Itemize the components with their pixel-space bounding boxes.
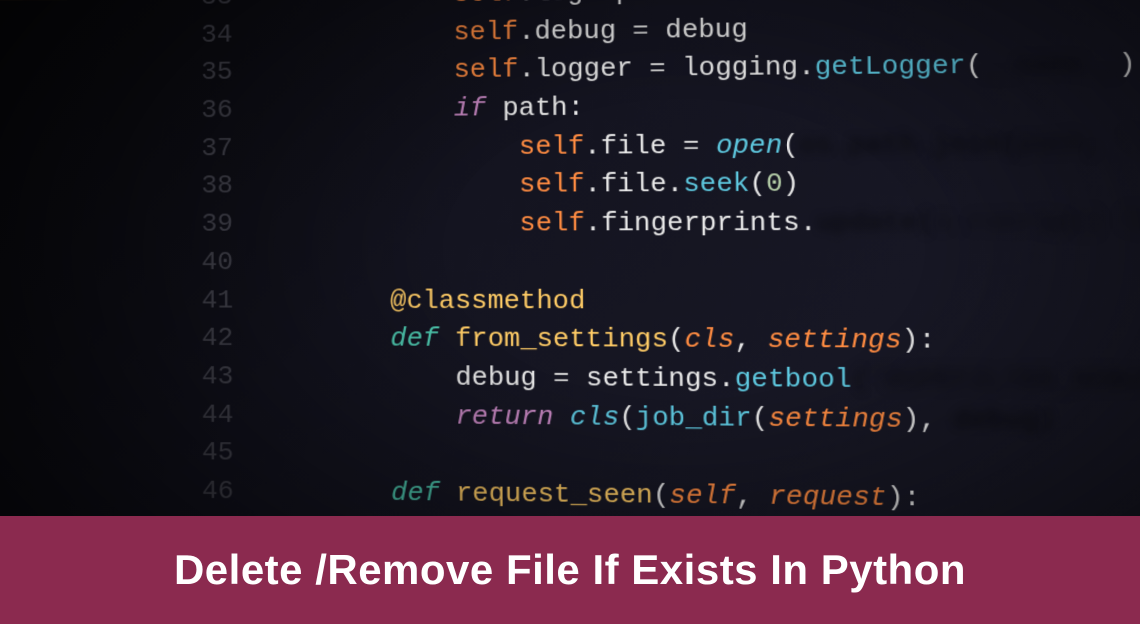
line-number: 44 (202, 396, 234, 434)
line-number: 38 (201, 168, 233, 206)
code-content: 33343536373839404142434445464748 self.lo… (201, 0, 1140, 531)
code-lines: self.logdupes = True self.debug = debug … (261, 0, 1140, 531)
line-number: 39 (201, 206, 233, 244)
line-number: 46 (202, 472, 234, 511)
line-number: 45 (202, 434, 234, 473)
code-line: @classmethod (262, 282, 1140, 324)
code-line: self.file.seek(0) (262, 163, 1140, 206)
line-number: 34 (201, 16, 233, 54)
line-number-gutter: 33343536373839404142434445464748 (201, 0, 263, 531)
code-line: def from_settings(cls, settings): (262, 320, 1140, 364)
line-number: 37 (201, 130, 233, 168)
line-number: 35 (201, 54, 233, 92)
title-banner: Delete /Remove File If Exists In Python (0, 516, 1140, 624)
code-line (262, 243, 1140, 283)
line-number: 43 (202, 358, 234, 396)
line-number: 40 (201, 244, 233, 282)
line-number: 36 (201, 92, 233, 130)
line-number: 42 (202, 320, 234, 358)
line-number: 33 (201, 0, 233, 16)
code-line: self.fingerprints.update(x.rstrip() for … (262, 203, 1140, 244)
code-line: self.file = open(os.path.join(path, 'req… (261, 123, 1140, 168)
code-editor-photo: 33343536373839404142434445464748 self.lo… (0, 0, 1140, 531)
line-number: 41 (202, 282, 234, 320)
banner-title: Delete /Remove File If Exists In Python (174, 546, 966, 594)
